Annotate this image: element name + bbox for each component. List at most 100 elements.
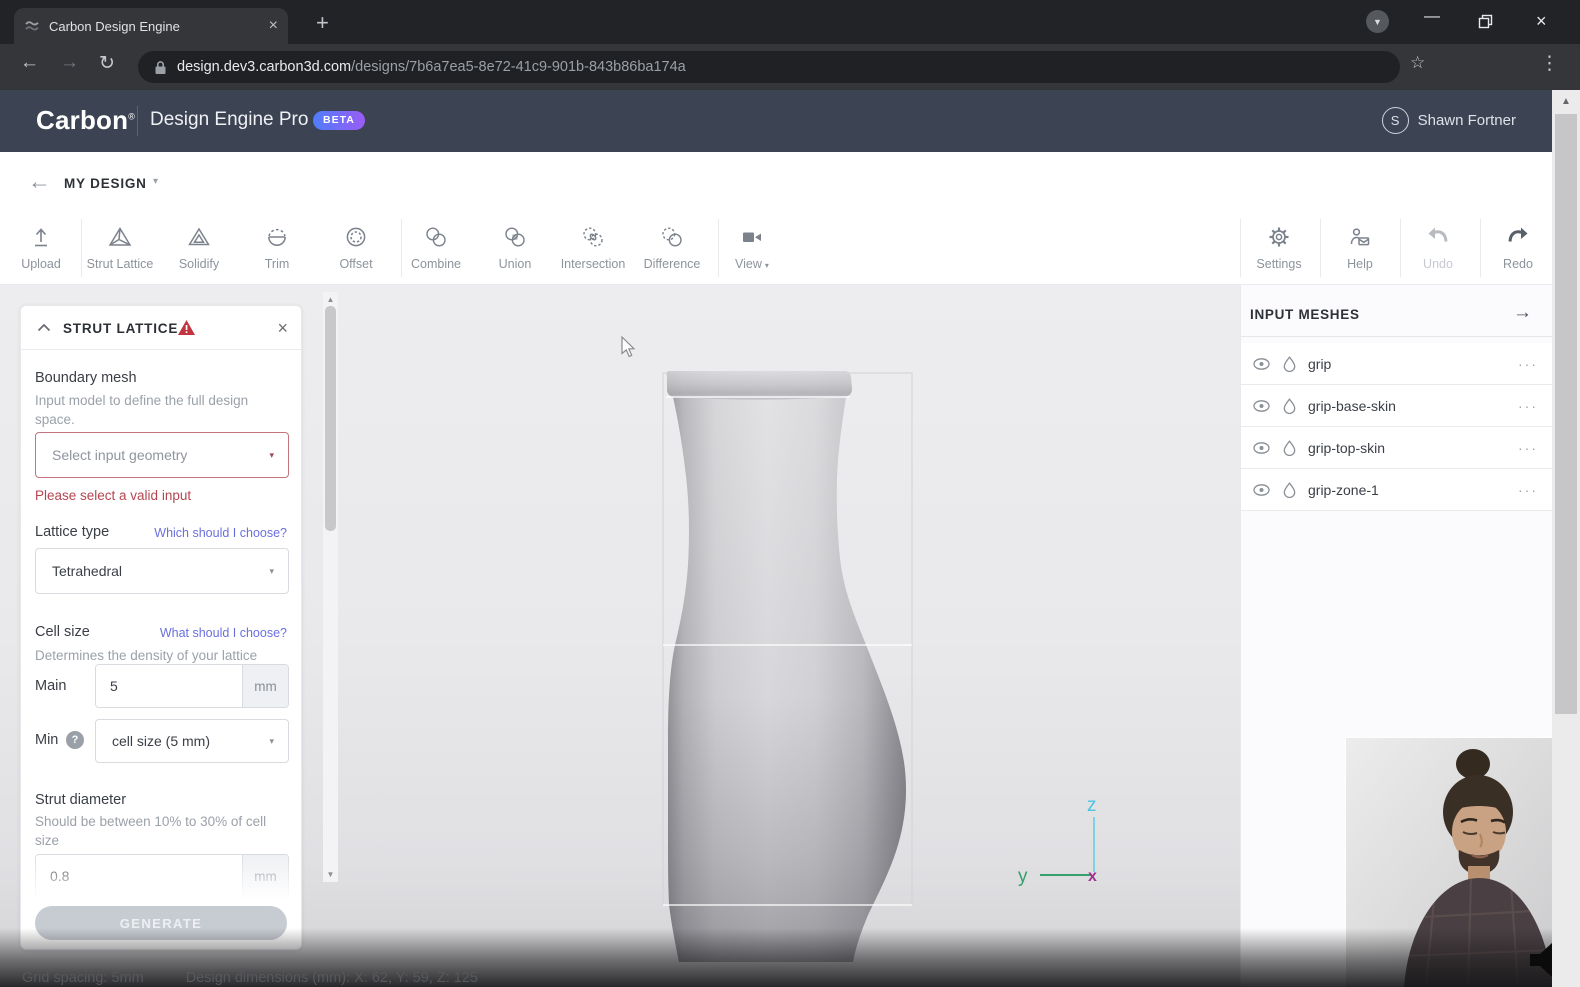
url-bar[interactable]: design.dev3.carbon3d.com/designs/7b6a7ea… — [138, 51, 1400, 83]
back-arrow-button[interactable]: ← — [28, 168, 51, 195]
design-title[interactable]: MY DESIGN — [64, 176, 147, 191]
page-scrollbar-thumb[interactable] — [1555, 114, 1577, 714]
lock-icon — [155, 60, 166, 74]
panel-scrollbar[interactable]: ▲ ▼ — [323, 292, 338, 882]
caret-down-icon: ▾ — [269, 449, 274, 460]
boundary-mesh-description: Input model to define the full design sp… — [35, 393, 249, 427]
more-options-icon[interactable]: ··· — [1518, 440, 1538, 456]
scroll-up-icon[interactable]: ▲ — [1552, 96, 1580, 107]
scroll-up-icon[interactable]: ▲ — [323, 295, 338, 304]
more-options-icon[interactable]: ··· — [1518, 398, 1538, 414]
page-scrollbar[interactable]: ▲ — [1552, 90, 1580, 987]
strut-diameter-description: Should be between 10% to 30% of cell siz… — [35, 814, 267, 848]
strut-lattice-panel: STRUT LATTICE × Boundary mesh Input mode… — [20, 305, 302, 950]
generate-button[interactable]: GENERATE — [35, 906, 287, 940]
input-meshes-title: INPUT MESHES — [1250, 307, 1360, 322]
scroll-down-icon[interactable]: ▼ — [323, 870, 338, 879]
mesh-row-grip-zone-1[interactable]: grip-zone-1 ··· — [1241, 469, 1552, 511]
intersection-icon — [583, 227, 603, 247]
visibility-eye-icon[interactable] — [1253, 357, 1270, 370]
offset-icon — [346, 227, 366, 247]
upload-icon — [35, 228, 47, 247]
more-options-icon[interactable]: ··· — [1518, 482, 1538, 498]
lattice-type-help-link[interactable]: Which should I choose? — [154, 526, 287, 540]
mouse-cursor — [621, 335, 636, 358]
browser-forward-button[interactable]: → — [60, 52, 79, 74]
cell-size-main-input[interactable] — [96, 665, 242, 707]
lattice-type-select[interactable]: Tetrahedral ▾ — [35, 548, 289, 594]
min-help-icon[interactable]: ? — [66, 731, 84, 749]
cell-size-min-select[interactable]: cell size (5 mm) ▾ — [95, 719, 289, 763]
collapse-chevron-icon[interactable] — [37, 323, 51, 332]
mesh-row-grip-base-skin[interactable]: grip-base-skin ··· — [1241, 385, 1552, 427]
axis-z-label: z — [1087, 795, 1097, 816]
tool-view[interactable]: View ▾ — [704, 222, 800, 271]
redo-icon — [1508, 227, 1528, 242]
header-divider — [137, 106, 138, 136]
visibility-eye-icon[interactable] — [1253, 441, 1270, 454]
mesh-droplet-icon — [1283, 481, 1296, 498]
url-path: /designs/7b6a7ea5-8e72-41c9-901b-843b86b… — [351, 59, 686, 75]
difference-icon — [662, 227, 682, 247]
grip-rim — [666, 371, 852, 400]
mesh-row-grip[interactable]: grip ··· — [1241, 343, 1552, 385]
mesh-name: grip-base-skin — [1308, 397, 1396, 414]
model-view[interactable]: z y x — [338, 285, 1240, 987]
union-icon — [505, 227, 525, 247]
strut-lattice-icon — [108, 227, 132, 246]
grip-model-shading — [666, 371, 906, 962]
window-close-button[interactable]: × — [1536, 11, 1547, 32]
user-avatar: S — [1381, 107, 1409, 134]
help-contact-icon — [1350, 228, 1370, 246]
mesh-row-grip-top-skin[interactable]: grip-top-skin ··· — [1241, 427, 1552, 469]
combine-icon — [426, 227, 446, 247]
cell-size-min-label: Min — [35, 732, 59, 748]
mesh-name: grip-zone-1 — [1308, 481, 1379, 498]
cell-size-description: Determines the density of your lattice — [35, 648, 258, 663]
validation-error: Please select a valid input — [35, 488, 192, 503]
strut-diameter-group: mm — [35, 854, 289, 898]
browser-reload-button[interactable]: ↻ — [99, 52, 115, 75]
boundary-mesh-label: Boundary mesh — [35, 370, 137, 386]
mesh-name: grip-top-skin — [1308, 439, 1386, 456]
visibility-eye-icon[interactable] — [1253, 483, 1270, 496]
bookmark-star-icon[interactable]: ☆ — [1410, 53, 1425, 73]
strut-diameter-label: Strut diameter — [35, 792, 127, 808]
panel-scrollbar-thumb[interactable] — [325, 306, 336, 531]
window-minimize-button[interactable]: — — [1424, 8, 1440, 26]
panel-title: STRUT LATTICE — [63, 321, 179, 336]
caret-down-icon: ▾ — [269, 565, 274, 576]
view-camera-icon — [743, 232, 761, 242]
tab-title: Carbon Design Engine — [49, 18, 180, 34]
url-domain: design.dev3.carbon3d.com — [177, 59, 352, 75]
axis-y-label: y — [1018, 866, 1028, 887]
browser-menu-kebab-icon[interactable]: ⋮ — [1540, 52, 1559, 75]
more-options-icon[interactable]: ··· — [1518, 356, 1538, 372]
collapse-sidebar-arrow-icon[interactable]: → — [1513, 302, 1532, 324]
registered-mark: ® — [128, 111, 136, 122]
strut-diameter-input[interactable] — [36, 855, 242, 897]
browser-tab[interactable]: Carbon Design Engine × — [14, 8, 288, 44]
panel-close-icon[interactable]: × — [277, 318, 288, 339]
view-caret-icon: ▾ — [764, 261, 769, 270]
media-indicator-button[interactable]: ▼ — [1366, 10, 1389, 33]
user-chip[interactable]: S Shawn Fortner — [1381, 107, 1516, 134]
visibility-eye-icon[interactable] — [1253, 399, 1270, 412]
lattice-type-label: Lattice type — [35, 524, 110, 540]
cell-size-label: Cell size — [35, 624, 90, 640]
new-tab-button[interactable]: + — [316, 10, 329, 36]
input-geometry-select[interactable]: Select input geometry ▾ — [35, 432, 289, 478]
design-title-caret-icon[interactable]: ▾ — [153, 176, 158, 187]
cell-size-help-link[interactable]: What should I choose? — [160, 626, 287, 640]
mesh-droplet-icon — [1283, 439, 1296, 456]
window-restore-button[interactable] — [1478, 14, 1494, 30]
cell-size-main-label: Main — [35, 678, 67, 694]
panel-header: STRUT LATTICE × — [21, 306, 301, 350]
trim-icon — [268, 228, 286, 246]
operations-toolbar: Upload Strut Lattice Solidify Trim Offse… — [0, 213, 1552, 285]
browser-back-button[interactable]: ← — [20, 52, 39, 74]
presenter-webcam — [1345, 737, 1553, 987]
design-title-bar: ← MY DESIGN ▾ — [0, 152, 1552, 213]
screen: Carbon Design Engine × + ▼ — × ← → ↻ des… — [0, 0, 1580, 987]
tab-close-icon[interactable]: × — [269, 18, 278, 34]
